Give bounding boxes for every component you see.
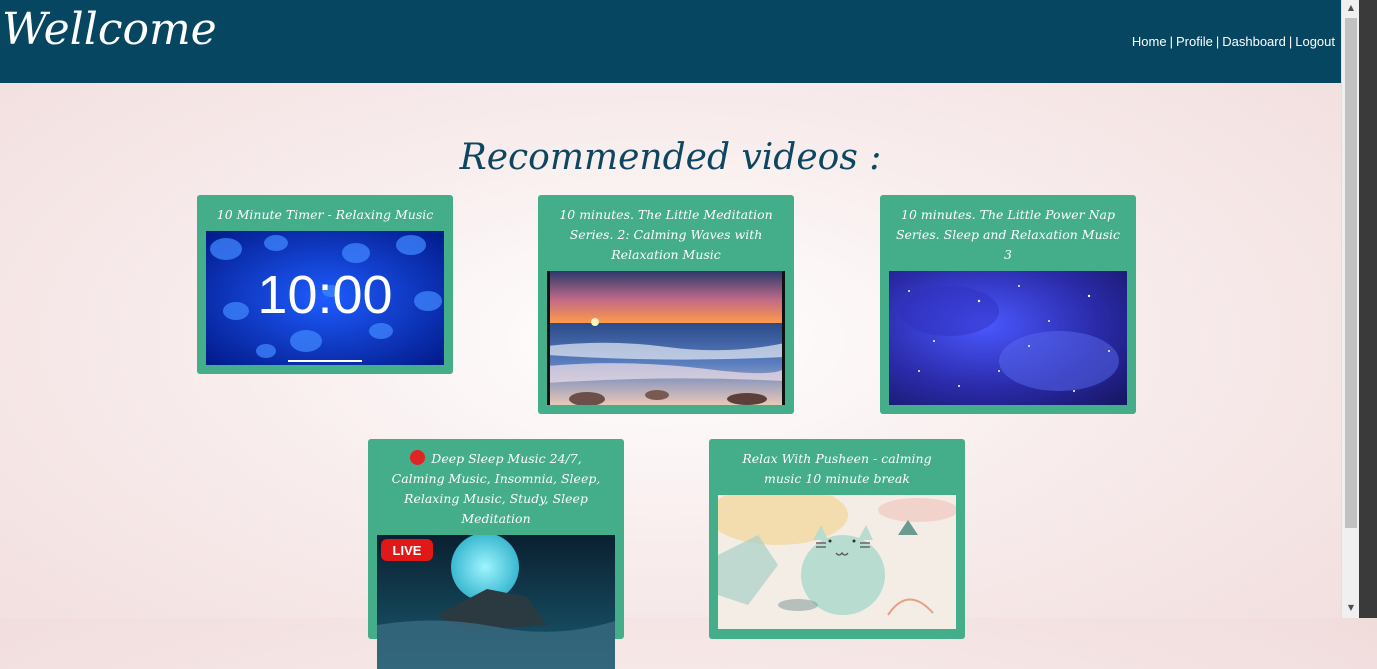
live-indicator-icon bbox=[410, 450, 426, 465]
nav-separator: | bbox=[1288, 34, 1293, 49]
nav-home-link[interactable]: Home bbox=[1132, 34, 1167, 49]
video-card[interactable]: 10 Minute Timer - Relaxing Music 10:00 bbox=[197, 195, 453, 374]
main-nav: Home | Profile | Dashboard | Logout bbox=[1132, 34, 1335, 49]
video-title: 10 minutes. The Little Meditation Series… bbox=[559, 207, 773, 262]
nav-dashboard-link[interactable]: Dashboard bbox=[1222, 34, 1286, 49]
video-thumbnail[interactable] bbox=[547, 271, 785, 405]
video-title: 10 Minute Timer - Relaxing Music bbox=[216, 207, 434, 222]
top-header: Wellcome Home | Profile | Dashboard | Logout bbox=[0, 0, 1341, 83]
scroll-down-icon[interactable]: ▼ bbox=[1345, 602, 1357, 614]
video-title: Relax With Pusheen - calming music 10 mi… bbox=[742, 451, 932, 486]
video-card[interactable]: Deep Sleep Music 24/7, Calming Music, In… bbox=[368, 439, 624, 669]
video-card[interactable]: 10 minutes. The Little Meditation Series… bbox=[538, 195, 794, 414]
live-badge: LIVE bbox=[393, 543, 422, 558]
scroll-thumb[interactable] bbox=[1345, 18, 1357, 528]
scroll-up-icon[interactable]: ▲ bbox=[1345, 2, 1357, 14]
logo: Wellcome bbox=[2, 4, 217, 55]
video-thumbnail[interactable] bbox=[889, 271, 1127, 405]
video-thumbnail[interactable]: LIVE bbox=[377, 535, 615, 669]
nav-separator: | bbox=[1215, 34, 1220, 49]
nav-profile-link[interactable]: Profile bbox=[1176, 34, 1213, 49]
video-thumbnail[interactable] bbox=[718, 495, 956, 629]
video-thumbnail[interactable]: 10:00 bbox=[206, 231, 444, 365]
scroll-track[interactable]: ▲ ▼ bbox=[1341, 0, 1360, 618]
scrollbar[interactable]: ▲ ▼ bbox=[1341, 0, 1377, 618]
page-title: Recommended videos : bbox=[459, 137, 882, 178]
side-panel-strip bbox=[1359, 0, 1377, 618]
video-card[interactable]: Relax With Pusheen - calming music 10 mi… bbox=[709, 439, 965, 639]
video-title: Deep Sleep Music 24/7, Calming Music, In… bbox=[391, 450, 601, 526]
nav-logout-link[interactable]: Logout bbox=[1295, 34, 1335, 49]
video-title: 10 minutes. The Little Power Nap Series.… bbox=[895, 207, 1121, 262]
nav-separator: | bbox=[1169, 34, 1173, 49]
video-card[interactable]: 10 minutes. The Little Power Nap Series.… bbox=[880, 195, 1136, 414]
timer-readout: 10:00 bbox=[257, 265, 392, 325]
